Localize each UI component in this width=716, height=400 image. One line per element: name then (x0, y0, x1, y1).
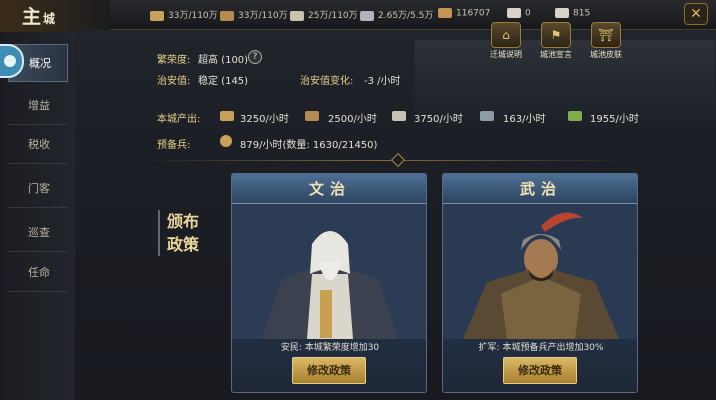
policy-description: 安民: 本城繁荣度增加30 (280, 343, 380, 353)
modify-policy-button[interactable]: 修改政策 (292, 357, 366, 384)
sidebar-item-tax[interactable]: 税收 (8, 126, 68, 164)
sidebar-item-retainers[interactable]: 门客 (8, 170, 68, 208)
security-change-value: -3 /小时 (364, 76, 401, 87)
sidebar-item-patrol[interactable]: 巡查 (8, 214, 68, 252)
security-value: 稳定 (145) (198, 76, 249, 87)
gold-ingot-icon (507, 8, 521, 18)
prosperity-label: 繁荣度: (157, 55, 191, 66)
section-divider (140, 160, 630, 161)
silver-ingot-icon (555, 8, 569, 18)
close-button[interactable]: ✕ (684, 3, 708, 25)
resource-stone: 25万/110万 (290, 8, 358, 21)
resource-wood: 33万/110万 (220, 8, 288, 21)
pagoda-icon: ⌂ (491, 22, 521, 48)
security-change-label: 治安值变化: (300, 76, 354, 87)
city-declaration-button[interactable]: ⚑ 城池宣言 (534, 22, 578, 60)
iron-icon (480, 111, 494, 121)
sidebar-item-appoint[interactable]: 任命 (8, 254, 68, 292)
security-label: 治安值: (157, 76, 191, 87)
copper-coin-icon (438, 8, 452, 18)
help-icon[interactable]: ? (248, 50, 262, 64)
output-stone: 3750/小时 (414, 114, 463, 125)
resource-silver: 815 (555, 8, 590, 19)
resource-copper: 116707 (438, 8, 490, 19)
resource-grain: 33万/110万 (150, 8, 218, 21)
output-jade: 1955/小时 (590, 114, 639, 125)
grain-icon (220, 111, 234, 121)
resource-gold: 0 (507, 8, 531, 19)
banner-icon: ⚑ (541, 22, 571, 48)
sidebar-item-buffs[interactable]: 增益 (8, 87, 68, 125)
policy-card-civil: 文治 安民: 本城繁荣度增加30 修改政策 (231, 173, 427, 393)
jade-icon (568, 111, 582, 121)
output-label: 本城产出: (157, 114, 201, 125)
iron-icon (360, 10, 374, 21)
wood-icon (305, 111, 319, 121)
policy-section-title: 颁布政策 (158, 210, 202, 256)
close-icon: ✕ (690, 6, 702, 22)
output-grain: 3250/小时 (240, 114, 289, 125)
reserve-label: 预备兵: (157, 140, 191, 151)
city-skin-button[interactable]: ⛩ 城池皮肤 (584, 22, 628, 60)
page-title: 主城 (22, 6, 58, 28)
relocate-info-button[interactable]: ⌂ 迁城说明 (484, 22, 528, 60)
soldier-icon (220, 135, 232, 147)
sidebar: 概况 增益 税收 门客 巡查 任命 (0, 32, 75, 400)
modify-policy-button[interactable]: 修改政策 (503, 357, 577, 384)
grain-icon (150, 10, 164, 21)
civil-official-portrait (232, 204, 426, 339)
general-portrait (443, 204, 637, 339)
resource-iron: 2.65万/5.5万 (360, 8, 433, 21)
policy-card-military: 武治 扩军: 本城预备兵产出增加30% 修改政策 (442, 173, 638, 393)
card-title: 武治 (519, 180, 562, 198)
card-title: 文治 (308, 180, 351, 198)
reserve-value: 879/小时(数量: 1630/21450) (240, 140, 378, 151)
palace-icon: ⛩ (591, 22, 621, 48)
output-wood: 2500/小时 (328, 114, 377, 125)
output-iron: 163/小时 (503, 114, 546, 125)
wood-icon (220, 10, 234, 21)
policy-description: 扩军: 本城预备兵产出增加30% (478, 343, 604, 353)
stone-icon (290, 10, 304, 21)
prosperity-value: 超高 (100) (198, 55, 249, 66)
stone-icon (392, 111, 406, 121)
